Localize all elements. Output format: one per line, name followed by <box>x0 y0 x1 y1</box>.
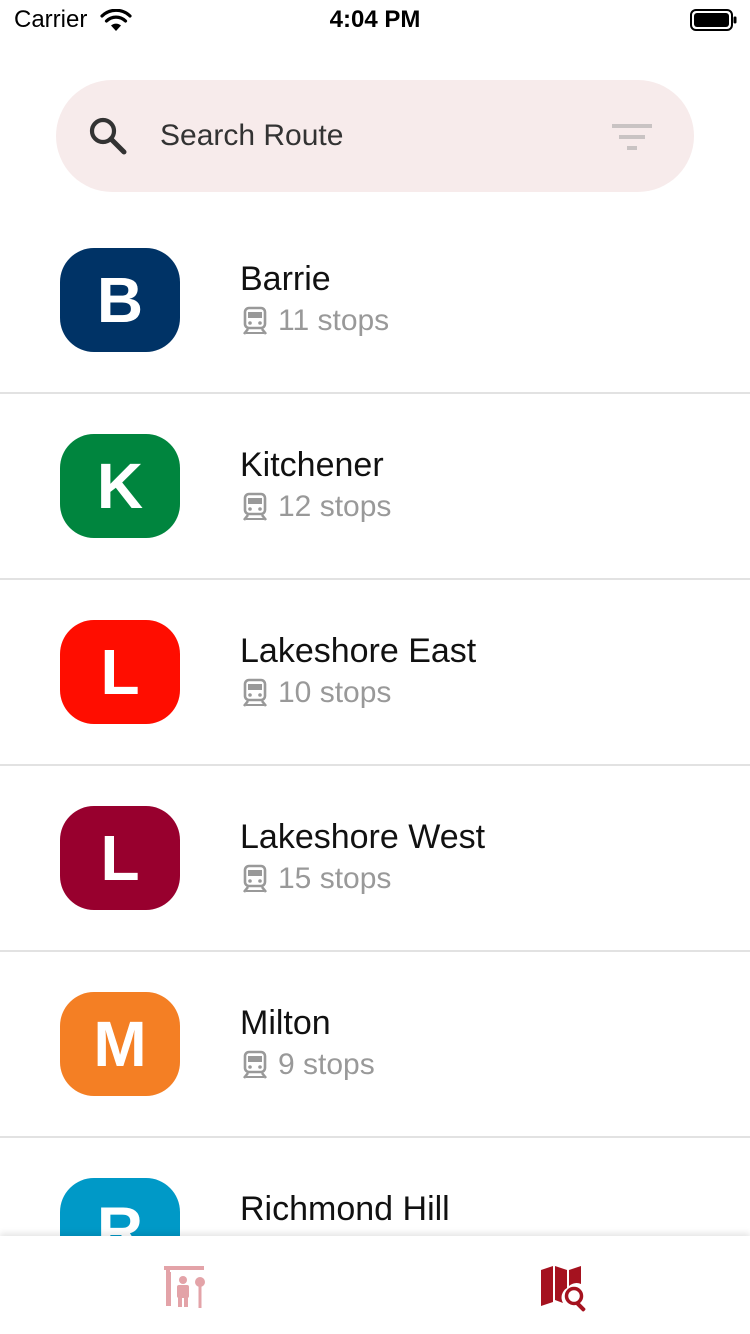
clock-label: 4:04 PM <box>329 6 421 33</box>
train-icon <box>242 492 268 521</box>
battery-icon <box>690 9 737 31</box>
stops-count: 11 stops <box>278 304 390 337</box>
route-list: B Barrie 11 stops K Kitchener 12 stops L… <box>0 208 750 1324</box>
stops-count: 12 stops <box>278 490 392 523</box>
search-input[interactable] <box>160 110 590 162</box>
stops-count: 15 stops <box>278 862 392 895</box>
route-name: Kitchener <box>240 446 384 484</box>
status-bar: Carrier 4:04 PM <box>0 0 750 40</box>
stops-count: 9 stops <box>278 1048 375 1081</box>
route-badge: L <box>60 620 180 724</box>
station-icon <box>164 1266 205 1308</box>
app-screen: Carrier 4:04 PM B Barrie <box>0 0 750 1334</box>
route-name: Lakeshore East <box>240 632 477 670</box>
tab-stations[interactable] <box>0 1236 375 1334</box>
route-badge: L <box>60 806 180 910</box>
train-icon <box>242 678 268 707</box>
train-icon <box>242 864 268 893</box>
route-badge: K <box>60 434 180 538</box>
tab-routes[interactable] <box>375 1236 750 1334</box>
route-stops: 11 stops <box>240 304 389 338</box>
route-item-lakeshore-west[interactable]: L Lakeshore West 15 stops <box>0 766 750 952</box>
train-icon <box>242 306 268 335</box>
route-stops: 12 stops <box>240 490 391 524</box>
route-item-lakeshore-east[interactable]: L Lakeshore East 10 stops <box>0 580 750 766</box>
route-badge: B <box>60 248 180 352</box>
route-item-kitchener[interactable]: K Kitchener 12 stops <box>0 394 750 580</box>
route-name: Richmond Hill <box>240 1190 450 1228</box>
route-stops: 9 stops <box>240 1048 375 1082</box>
route-badge: M <box>60 992 180 1096</box>
route-item-barrie[interactable]: B Barrie 11 stops <box>0 208 750 394</box>
search-icon <box>89 117 127 155</box>
map-search-icon <box>541 1266 586 1312</box>
route-item-milton[interactable]: M Milton 9 stops <box>0 952 750 1138</box>
route-stops: 15 stops <box>240 862 391 896</box>
route-stops: 10 stops <box>240 676 391 710</box>
search-bar <box>56 80 694 192</box>
route-name: Lakeshore West <box>240 818 486 856</box>
train-icon <box>242 1050 268 1079</box>
route-name: Barrie <box>240 260 331 298</box>
stops-count: 10 stops <box>278 676 392 709</box>
route-name: Milton <box>240 1004 331 1042</box>
filter-icon[interactable] <box>610 120 654 154</box>
tab-bar <box>0 1236 750 1334</box>
